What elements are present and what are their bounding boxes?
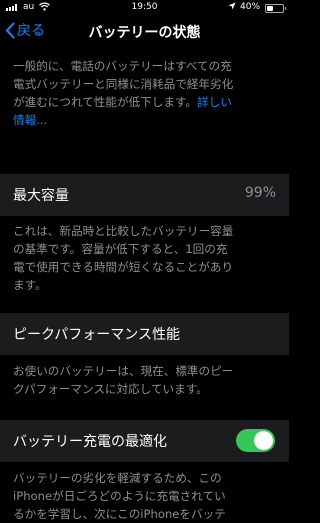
peak-performance-row: ピークパフォーマンス性能 bbox=[0, 313, 289, 355]
learn-more-link-continued[interactable]: 情報... bbox=[13, 113, 47, 127]
max-capacity-label: 最大容量 bbox=[13, 188, 69, 204]
max-capacity-description: これは、新品時と比較したバッテリー容量 の基準です。容量が低下すると、1回の充 … bbox=[13, 224, 234, 292]
peak-performance-label: ピークパフォーマンス性能 bbox=[13, 327, 181, 343]
battery-percent: 40% bbox=[240, 2, 261, 12]
status-bar: au 19:50 40% bbox=[0, 0, 289, 16]
toggle-knob bbox=[254, 431, 273, 450]
max-capacity-row: 最大容量 99% bbox=[0, 174, 289, 216]
navigation-bar: 戻る バッテリーの状態 bbox=[0, 17, 289, 47]
max-capacity-value: 99% bbox=[244, 185, 276, 201]
optimized-charging-row: バッテリー充電の最適化 bbox=[0, 420, 289, 462]
page-title: バッテリーの状態 bbox=[88, 25, 201, 41]
optimized-charging-label: バッテリー充電の最適化 bbox=[13, 434, 167, 450]
optimized-charging-toggle[interactable] bbox=[236, 429, 275, 452]
location-arrow-icon bbox=[228, 2, 236, 13]
battery-level-fill bbox=[267, 6, 273, 11]
learn-more-link[interactable]: 詳しい bbox=[197, 95, 232, 109]
battery-icon bbox=[265, 4, 286, 13]
optimized-charging-description: バッテリーの劣化を軽減するため、この iPhoneが日ごろどのように充電されてい… bbox=[13, 471, 226, 521]
peak-performance-description: お使いのバッテリーは、現在、標準のピー クパフォーマンスに対応しています。 bbox=[13, 364, 234, 396]
intro-description: 一般的に、電話のバッテリーはすべての充 電式バッテリーと同様に消耗品で経年劣化 … bbox=[13, 59, 234, 127]
